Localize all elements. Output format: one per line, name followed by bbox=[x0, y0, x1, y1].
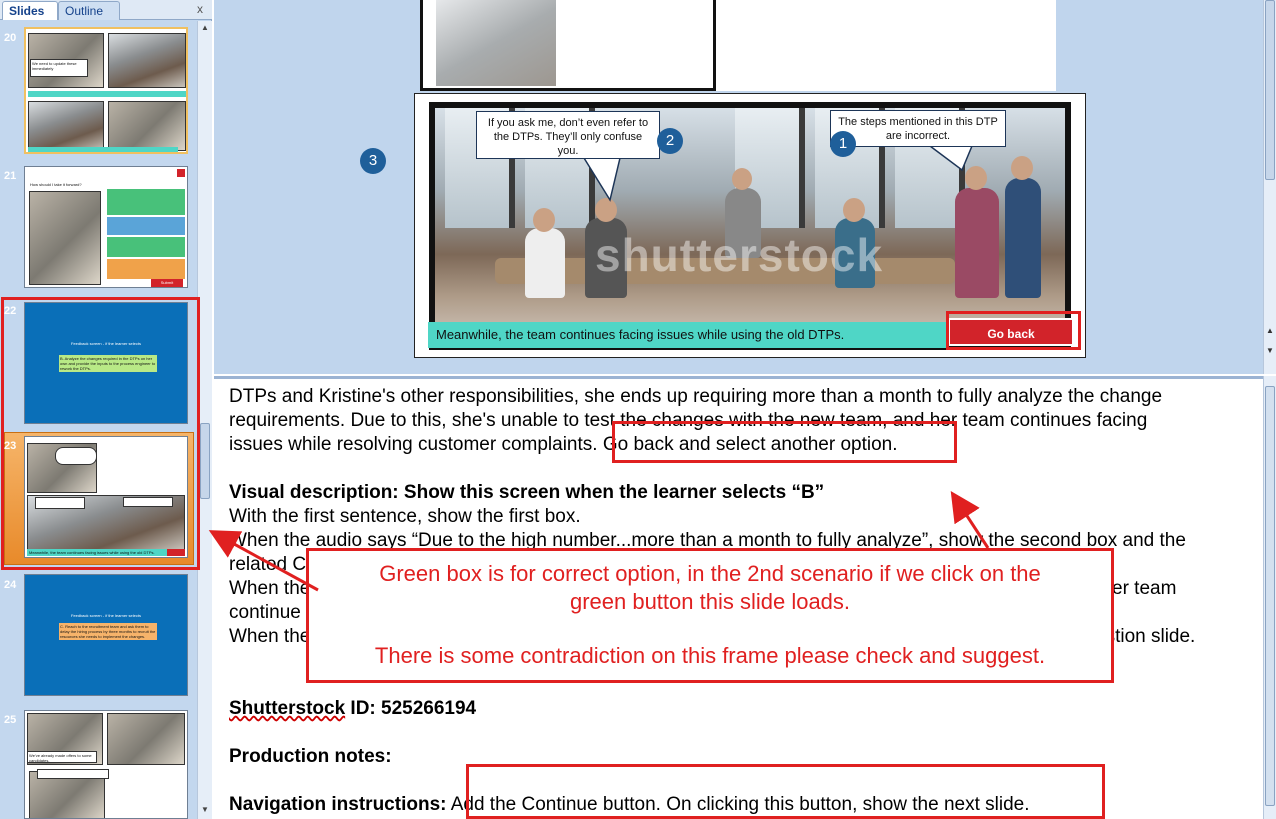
notes-text: issues while resolving customer complain… bbox=[229, 434, 598, 455]
slide-thumbnail-20[interactable]: We need to update these immediately bbox=[24, 27, 188, 154]
notes-line: continue bbox=[229, 602, 301, 623]
visual-description-heading: Visual description: Show this screen whe… bbox=[229, 482, 825, 503]
go-back-button[interactable]: Go back bbox=[948, 318, 1074, 346]
thumb-title: How should I take it forward? bbox=[30, 182, 82, 187]
comment-line: Green box is for correct option, in the … bbox=[379, 561, 1041, 586]
scrollbar-thumb[interactable] bbox=[200, 423, 210, 499]
slide-blank-area bbox=[716, 0, 1056, 91]
thumb-box: B. Analyze the changes required in the D… bbox=[59, 355, 157, 372]
slide-thumbnail-panel: Slides Outline x 20 We need to update th… bbox=[0, 0, 212, 819]
slide-number: 22 bbox=[4, 305, 17, 317]
thumb-submit-button: Submit bbox=[151, 279, 183, 287]
callout-badge-3: 3 bbox=[360, 148, 386, 174]
canvas-scrollbar[interactable]: ▲ ▼ bbox=[1263, 0, 1276, 374]
slide-number: 21 bbox=[4, 170, 17, 182]
notes-line: DTPs and Kristine's other responsibiliti… bbox=[229, 386, 1163, 407]
watermark: shutterstock bbox=[595, 229, 884, 281]
slide-caption: Meanwhile, the team continues facing iss… bbox=[428, 322, 948, 348]
thumb-box: C. Reach to the recruitment team and ask… bbox=[59, 623, 157, 640]
scroll-up-icon[interactable]: ▲ bbox=[200, 23, 210, 33]
slide-thumbnail-22[interactable]: Feedback screen - if the learner selects… bbox=[24, 302, 188, 424]
navigation-label: Navigation instructions: bbox=[229, 794, 447, 815]
slide-number: 20 bbox=[4, 32, 17, 44]
slide-thumbnail-21[interactable]: How should I take it forward? Submit bbox=[24, 166, 188, 288]
callout-badge-1: 1 bbox=[830, 131, 856, 157]
slide-thumbnail-25[interactable]: We've already made offers to some candid… bbox=[24, 710, 188, 819]
comment-line: green button this slide loads. bbox=[569, 589, 851, 614]
scrollbar-thumb[interactable] bbox=[1265, 0, 1275, 180]
navigation-text: Add the Continue button. On clicking thi… bbox=[450, 794, 1030, 815]
scrollbar-thumb[interactable] bbox=[1265, 386, 1275, 806]
slide-number: 24 bbox=[4, 579, 17, 591]
thumb-title: Feedback screen - if the learner selects bbox=[70, 613, 142, 618]
thumb-text: We've already made offers to some candid… bbox=[27, 751, 97, 763]
previous-slide-section bbox=[420, 0, 716, 91]
notes-line: requirements. Due to this, she's unable … bbox=[229, 410, 1148, 431]
slide-thumbnail-23[interactable]: Meanwhile, the team continues facing iss… bbox=[24, 436, 188, 558]
thumbnail-scrollbar[interactable]: ▲ ▼ bbox=[197, 21, 212, 819]
callout-badge-2: 2 bbox=[657, 128, 683, 154]
scroll-down-icon[interactable]: ▼ bbox=[1265, 346, 1275, 355]
notes-go-back-text: Go back and select another option. bbox=[602, 434, 898, 455]
slide-number: 25 bbox=[4, 714, 17, 726]
notes-line: With the first sentence, show the first … bbox=[229, 506, 581, 527]
notes-line: issues while resolving customer complain… bbox=[229, 433, 898, 457]
tab-outline[interactable]: Outline bbox=[58, 1, 120, 20]
speech-bubble-right: The steps mentioned in this DTP are inco… bbox=[830, 110, 1006, 147]
speech-bubble-left: If you ask me, don’t even refer to the D… bbox=[476, 111, 660, 159]
scroll-down-icon[interactable]: ▼ bbox=[200, 805, 210, 815]
notes-scrollbar[interactable] bbox=[1263, 376, 1276, 819]
comment-line: There is some contradiction on this fram… bbox=[374, 643, 1046, 668]
slide-thumbnail-24[interactable]: Feedback screen - if the learner selects… bbox=[24, 574, 188, 696]
thumb-title: Feedback screen - if the learner selects bbox=[70, 341, 142, 346]
close-icon[interactable]: x bbox=[193, 2, 207, 16]
navigation-instructions: Navigation instructions: Add the Continu… bbox=[229, 793, 1030, 817]
thumb-text: We need to update these immediately bbox=[30, 59, 88, 77]
slide-number: 23 bbox=[4, 440, 17, 452]
notes-line: related C bbox=[229, 554, 307, 575]
notes-line: When the bbox=[229, 578, 311, 599]
tab-slides[interactable]: Slides bbox=[2, 1, 58, 20]
scroll-up-icon[interactable]: ▲ bbox=[1265, 326, 1275, 335]
production-notes-heading: Production notes: bbox=[229, 746, 392, 767]
shutterstock-id: Shutterstock ID: 525266194 bbox=[229, 697, 476, 721]
notes-line: er team bbox=[1112, 578, 1177, 599]
shutterstock-label: Shutterstock bbox=[229, 698, 346, 719]
laptop-photo bbox=[436, 0, 556, 86]
review-comment-box: Green box is for correct option, in the … bbox=[306, 548, 1114, 683]
thumb-caption: Meanwhile, the team continues facing iss… bbox=[27, 549, 167, 556]
notes-line: When the bbox=[229, 626, 311, 647]
panel-tabs: Slides Outline x bbox=[0, 0, 212, 20]
shutterstock-value: ID: 525266194 bbox=[345, 698, 477, 719]
